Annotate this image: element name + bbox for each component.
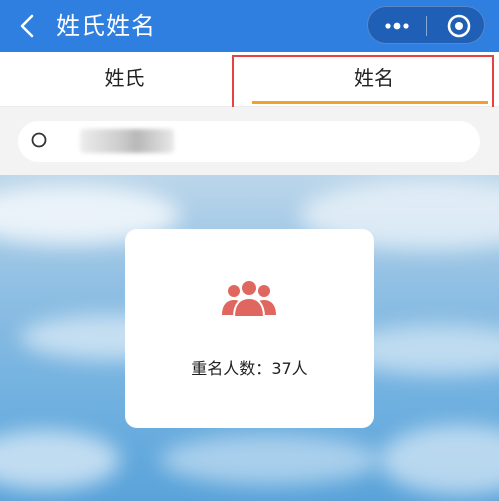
search-box[interactable] xyxy=(18,121,480,162)
target-circle-icon[interactable] xyxy=(446,13,472,39)
search-icon xyxy=(31,132,47,148)
capsule-divider xyxy=(426,16,427,36)
title-bar: 姓氏姓名 xyxy=(0,0,499,52)
count-value: 37 xyxy=(271,359,292,378)
result-card: 重名人数：37人 xyxy=(125,229,374,428)
count-label: 重名人数： xyxy=(191,359,272,378)
duplicate-count-line: 重名人数：37人 xyxy=(125,355,374,379)
count-unit: 人 xyxy=(291,359,308,378)
blurred-input-text xyxy=(80,129,174,153)
mini-program-capsule xyxy=(367,6,485,44)
more-dots-icon[interactable] xyxy=(382,16,412,36)
people-group-icon xyxy=(222,279,276,317)
chevron-left-icon[interactable] xyxy=(14,12,40,40)
active-tab-underline xyxy=(252,101,488,104)
tab-surname[interactable]: 姓氏 xyxy=(0,52,249,107)
tab-fullname[interactable]: 姓名 xyxy=(249,52,499,107)
search-area xyxy=(0,107,499,175)
page-title: 姓氏姓名 xyxy=(56,12,156,40)
tab-bar: 姓氏 姓名 xyxy=(0,52,499,107)
